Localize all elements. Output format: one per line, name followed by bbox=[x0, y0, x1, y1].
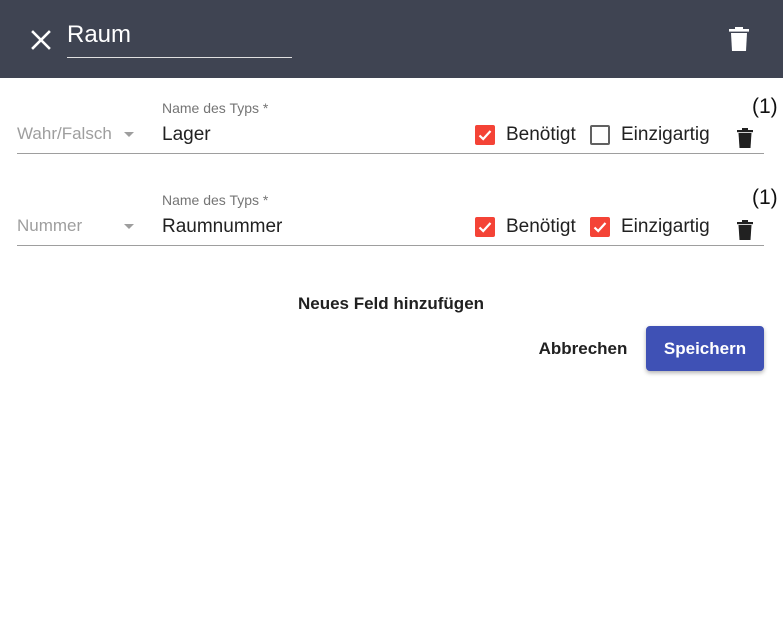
checkbox-checked-icon bbox=[590, 217, 610, 237]
delete-field-button[interactable] bbox=[735, 218, 755, 242]
field-name-label: Name des Typs * bbox=[162, 100, 269, 116]
close-button[interactable] bbox=[27, 26, 55, 54]
delete-field-button[interactable] bbox=[735, 126, 755, 150]
checkbox-checked-icon bbox=[475, 125, 495, 145]
required-checkbox[interactable]: Benötigt bbox=[475, 124, 576, 146]
close-icon bbox=[31, 30, 51, 50]
save-button[interactable]: Speichern bbox=[646, 326, 764, 371]
required-label: Benötigt bbox=[506, 216, 576, 237]
field-annotation: (1) bbox=[752, 95, 778, 118]
add-field-button[interactable]: Neues Feld hinzufügen bbox=[280, 292, 502, 316]
field-row-divider bbox=[17, 245, 764, 246]
field-annotation: (1) bbox=[752, 186, 778, 209]
checkbox-unchecked-icon bbox=[590, 125, 610, 145]
field-name-input[interactable] bbox=[162, 214, 462, 240]
field-row: Nummer Name des Typs * Benötigt Einzigar… bbox=[17, 190, 764, 246]
unique-label: Einzigartig bbox=[621, 216, 710, 237]
unique-checkbox[interactable]: Einzigartig bbox=[590, 216, 710, 238]
delete-type-button[interactable] bbox=[726, 25, 752, 53]
field-type-value: Nummer bbox=[17, 216, 83, 235]
field-name-label: Name des Typs * bbox=[162, 192, 269, 208]
trash-icon bbox=[737, 220, 753, 240]
field-row: Wahr/Falsch Name des Typs * Benötigt Ein… bbox=[17, 98, 764, 154]
cancel-button[interactable]: Abbrechen bbox=[530, 326, 636, 371]
field-name-input[interactable] bbox=[162, 122, 462, 148]
title-field bbox=[67, 16, 292, 58]
required-label: Benötigt bbox=[506, 124, 576, 145]
trash-icon bbox=[729, 27, 749, 51]
field-type-value: Wahr/Falsch bbox=[17, 124, 112, 143]
required-checkbox[interactable]: Benötigt bbox=[475, 216, 576, 238]
trash-icon bbox=[737, 128, 753, 148]
field-type-select[interactable]: Nummer bbox=[17, 214, 147, 238]
checkbox-checked-icon bbox=[475, 217, 495, 237]
field-type-select[interactable]: Wahr/Falsch bbox=[17, 122, 147, 146]
unique-label: Einzigartig bbox=[621, 124, 710, 145]
unique-checkbox[interactable]: Einzigartig bbox=[590, 124, 710, 146]
field-row-divider bbox=[17, 153, 764, 154]
title-input[interactable] bbox=[67, 16, 292, 54]
dialog-header bbox=[0, 0, 783, 78]
dropdown-arrow-icon bbox=[124, 131, 134, 137]
dropdown-arrow-icon bbox=[124, 223, 134, 229]
